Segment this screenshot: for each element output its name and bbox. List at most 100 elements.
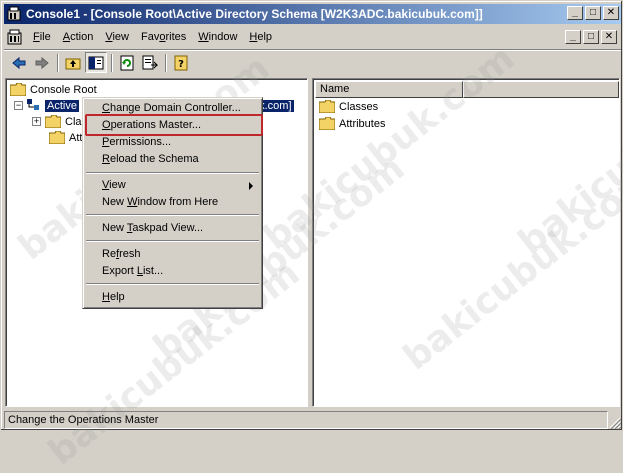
- folder-icon: [10, 83, 26, 96]
- menu-favorites-label: rites: [165, 31, 187, 43]
- folder-icon: [319, 117, 335, 130]
- status-bar: Change the Operations Master: [4, 411, 621, 429]
- menu-file[interactable]: File: [27, 28, 57, 46]
- menu-separator: [86, 283, 259, 285]
- folder-icon: [49, 131, 65, 144]
- toolbar: ?: [4, 49, 621, 75]
- menu-item-label: eload the Schema: [109, 153, 199, 165]
- toolbar-separator: [165, 53, 167, 72]
- menu-item-label: askpad View...: [132, 222, 204, 234]
- help-button[interactable]: ?: [170, 52, 192, 73]
- menu-separator: [86, 172, 259, 174]
- list-item-classes[interactable]: Classes: [319, 98, 378, 115]
- child-close-icon: ✕: [604, 31, 614, 42]
- menu-window-accel: W: [198, 31, 209, 43]
- menu-item-accel: H: [102, 291, 110, 303]
- export-list-icon: [142, 55, 158, 69]
- refresh-icon: [120, 55, 134, 70]
- folder-icon: [45, 115, 61, 128]
- close-icon: ✕: [606, 7, 616, 18]
- export-list-button[interactable]: [139, 52, 161, 73]
- menu-item-label: resh: [119, 248, 141, 260]
- menu-separator: [86, 240, 259, 242]
- menu-window-label: indow: [208, 31, 238, 43]
- tree-item-classes[interactable]: + Cla: [32, 113, 82, 130]
- toolbar-separator: [57, 53, 59, 72]
- tree-item-console-root[interactable]: Console Root: [10, 81, 97, 98]
- menu-item-accel: W: [127, 196, 138, 208]
- details-pane[interactable]: Name Classes Attributes: [312, 78, 620, 407]
- menu-item-new-taskpad-view[interactable]: New Taskpad View...: [86, 220, 259, 237]
- tree-item-label: Cla: [65, 115, 82, 128]
- menu-action-label: ction: [70, 31, 94, 43]
- menu-item-reload-schema[interactable]: Reload the Schema: [86, 151, 259, 168]
- expand-expander-icon[interactable]: +: [32, 117, 41, 126]
- tree-item-label: Active: [45, 99, 79, 112]
- menu-help[interactable]: Help: [243, 28, 278, 46]
- menu-item-pre: Export: [102, 265, 137, 277]
- collapse-expander-icon[interactable]: −: [14, 101, 23, 110]
- toolbar-separator: [111, 53, 113, 72]
- resize-grip-icon[interactable]: [609, 417, 621, 429]
- menu-item-label: elp: [109, 291, 125, 303]
- back-arrow-icon: [12, 56, 26, 69]
- menu-file-accel: F: [33, 31, 40, 43]
- maximize-icon: □: [589, 7, 597, 18]
- menu-item-label: ermissions...: [109, 136, 172, 148]
- menu-favorites[interactable]: Favorites: [135, 28, 192, 46]
- menu-file-label: ile: [39, 31, 51, 43]
- highlight-annotation: [85, 114, 263, 136]
- schema-icon: [27, 98, 39, 110]
- menu-action[interactable]: Action: [57, 28, 100, 46]
- menu-item-label: ist...: [142, 265, 164, 277]
- menu-action-accel: A: [62, 31, 71, 43]
- window-title: Console1 - [Console Root\Active Director…: [26, 7, 483, 21]
- menu-item-label: iew: [109, 179, 126, 191]
- console-menu-icon[interactable]: [7, 29, 23, 45]
- svg-text:?: ?: [178, 59, 184, 70]
- tree-item-active-directory-schema[interactable]: − Active: [14, 97, 79, 114]
- mmc-window: Console1 - [Console Root\Active Director…: [0, 0, 623, 473]
- column-header-name[interactable]: Name: [315, 81, 463, 98]
- tree-item-attributes[interactable]: Attr: [49, 129, 86, 146]
- menu-favorites-pre: Fav: [141, 31, 160, 43]
- menu-item-label: hange Domain Controller...: [109, 102, 241, 114]
- forward-arrow-icon: [35, 56, 49, 69]
- forward-button[interactable]: [31, 52, 53, 73]
- list-item-label: Classes: [339, 100, 379, 113]
- submenu-arrow-icon: [249, 182, 253, 190]
- menu-item-new-window[interactable]: New Window from Here: [86, 194, 259, 211]
- refresh-button[interactable]: [116, 52, 138, 73]
- child-restore-button[interactable]: □: [583, 30, 599, 44]
- menu-view-label: iew: [112, 31, 129, 43]
- menu-item-accel: R: [102, 153, 110, 165]
- show-hide-tree-button[interactable]: [85, 52, 107, 73]
- menu-item-pre: New: [102, 222, 127, 234]
- close-button[interactable]: ✕: [603, 6, 619, 20]
- folder-icon: [319, 100, 335, 113]
- menu-item-view[interactable]: View: [86, 177, 259, 194]
- minimize-icon: _: [572, 7, 578, 18]
- menu-window[interactable]: Window: [192, 28, 243, 46]
- menu-item-permissions[interactable]: Permissions...: [86, 134, 259, 151]
- minimize-button[interactable]: _: [567, 6, 583, 20]
- list-item-attributes[interactable]: Attributes: [319, 115, 385, 132]
- menu-view[interactable]: View: [99, 28, 135, 46]
- mmc-app-icon: [7, 6, 21, 21]
- title-bar[interactable]: Console1 - [Console Root\Active Director…: [4, 4, 621, 24]
- back-button[interactable]: [8, 52, 30, 73]
- menu-bar: File Action View Favorites Window Help _…: [4, 27, 621, 47]
- child-minimize-button[interactable]: _: [565, 30, 581, 44]
- list-header: Name: [315, 81, 619, 98]
- child-close-button[interactable]: ✕: [601, 30, 617, 44]
- up-folder-icon: [65, 58, 81, 69]
- column-header-empty[interactable]: [463, 81, 619, 98]
- maximize-button[interactable]: □: [585, 6, 601, 20]
- menu-item-help[interactable]: Help: [86, 289, 259, 306]
- menu-item-label: indow from Here: [137, 196, 219, 208]
- up-one-level-button[interactable]: [62, 52, 84, 73]
- menu-item-export-list[interactable]: Export List...: [86, 263, 259, 280]
- tree-item-label: Console Root: [30, 83, 97, 96]
- menu-separator: [86, 214, 259, 216]
- menu-item-refresh[interactable]: Refresh: [86, 246, 259, 263]
